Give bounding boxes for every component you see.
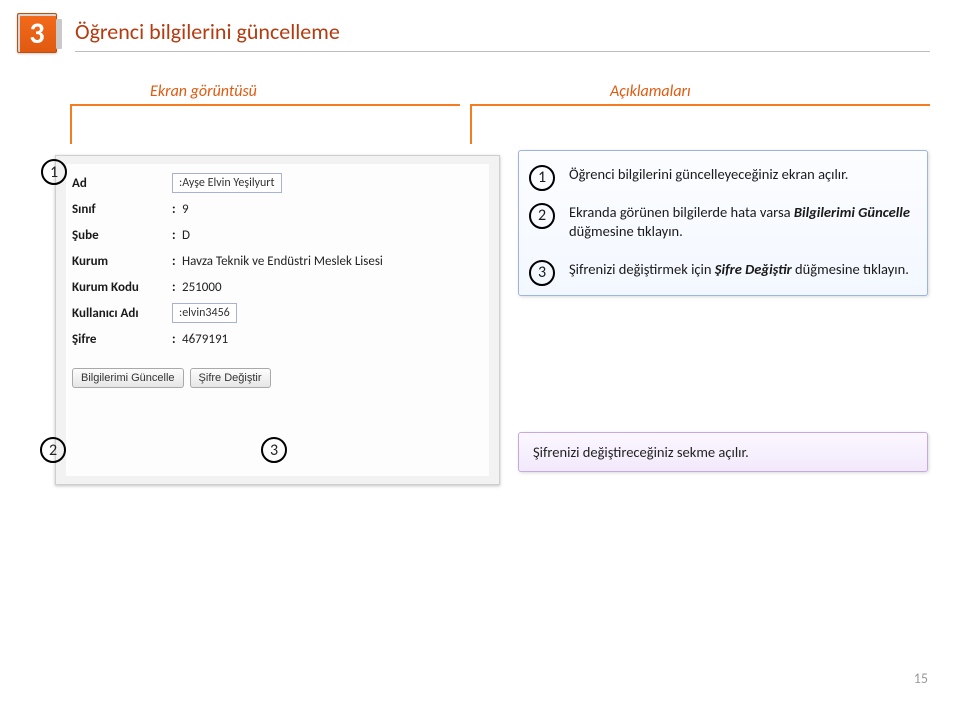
kullanici-label: Kullanıcı Adı <box>72 306 172 321</box>
sifre-label: Şifre <box>72 332 172 347</box>
step-number-badge: 3 <box>17 13 57 53</box>
note-text: Şifrenizi değiştireceğiniz sekme açılır. <box>533 443 749 461</box>
description-em-3: Şifre Değiştir <box>715 260 792 278</box>
sinif-value: 9 <box>182 202 189 217</box>
description-text-1: Öğrenci bilgilerini güncelleyeceğiniz ek… <box>569 165 848 183</box>
description-item-3: 3 Şifrenizi değiştirmek için Şifre Değiş… <box>569 260 913 280</box>
kurum-kodu-value: 251000 <box>182 280 222 295</box>
screenshot-marker-1: 1 <box>41 159 67 185</box>
sifre-value: 4679191 <box>182 332 228 347</box>
field-sube: Şube : D <box>72 222 483 248</box>
divider-left <box>70 104 460 144</box>
description-item-1: 1 Öğrenci bilgilerini güncelleyeceğiniz … <box>569 165 913 185</box>
description-marker-1: 1 <box>529 165 555 191</box>
divider-right <box>470 104 930 144</box>
kurum-value: Havza Teknik ve Endüstri Meslek Lisesi <box>182 254 383 269</box>
description-marker-2: 2 <box>529 203 555 229</box>
sinif-label: Sınıf <box>72 202 172 217</box>
description-text-3b: düğmesine tıklayın. <box>792 260 909 278</box>
field-sinif: Sınıf : 9 <box>72 196 483 222</box>
sube-label: Şube <box>72 228 172 243</box>
description-column-label: Açıklamaları <box>610 82 691 101</box>
screenshot-marker-2: 2 <box>40 437 66 463</box>
screenshot-panel: Ad :Ayşe Elvin Yeşilyurt Sınıf : 9 Şube … <box>55 155 500 485</box>
update-info-button[interactable]: Bilgilerimi Güncelle <box>72 368 184 388</box>
change-password-button[interactable]: Şifre Değiştir <box>190 368 271 388</box>
field-ad: Ad :Ayşe Elvin Yeşilyurt <box>72 170 483 196</box>
field-kurum-kodu: Kurum Kodu : 251000 <box>72 274 483 300</box>
description-text-3a: Şifrenizi değiştirmek için <box>569 260 715 278</box>
ad-label: Ad <box>72 176 172 191</box>
page-number: 15 <box>914 670 928 687</box>
kullanici-value-box: :elvin3456 <box>172 303 237 323</box>
note-panel: Şifrenizi değiştireceğiniz sekme açılır. <box>518 432 928 472</box>
description-text-2b: düğmesine tıklayın. <box>569 222 683 240</box>
description-marker-3: 3 <box>529 260 555 286</box>
ad-value-box: :Ayşe Elvin Yeşilyurt <box>172 173 282 193</box>
kurum-label: Kurum <box>72 254 172 269</box>
description-text-2a: Ekranda görünen bilgilerde hata varsa <box>569 203 794 221</box>
field-kullanici: Kullanıcı Adı :elvin3456 <box>72 300 483 326</box>
field-kurum: Kurum : Havza Teknik ve Endüstri Meslek … <box>72 248 483 274</box>
page-title: Öğrenci bilgilerini güncelleme <box>75 18 930 45</box>
kurum-kodu-label: Kurum Kodu <box>72 280 172 295</box>
description-panel: 1 Öğrenci bilgilerini güncelleyeceğiniz … <box>518 150 928 296</box>
page-root: 3 Öğrenci bilgilerini güncelleme Ekran g… <box>0 0 960 707</box>
description-item-2: 2 Ekranda görünen bilgilerde hata varsa … <box>569 203 913 242</box>
sube-value: D <box>182 228 190 243</box>
description-em-2: Bilgilerimi Güncelle <box>794 203 910 221</box>
screenshot-marker-3: 3 <box>261 437 287 463</box>
field-sifre: Şifre : 4679191 <box>72 326 483 352</box>
screenshot-column-label: Ekran görüntüsü <box>150 82 257 101</box>
